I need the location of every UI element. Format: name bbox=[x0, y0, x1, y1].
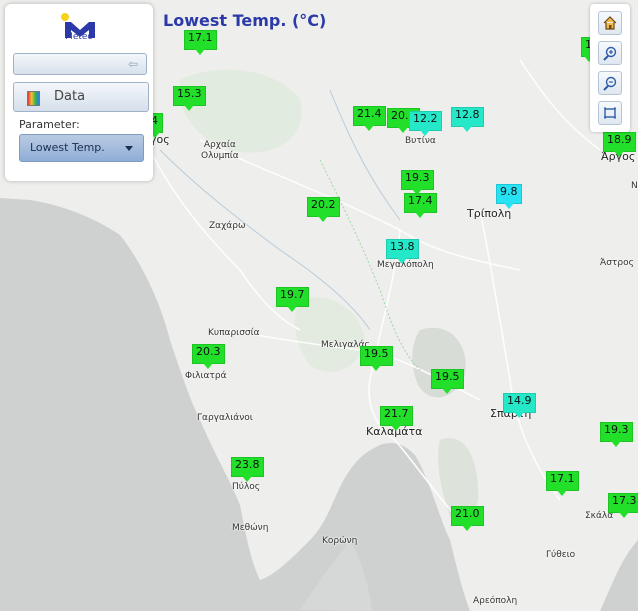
station-marker[interactable]: 19.3 bbox=[600, 422, 633, 447]
station-marker[interactable]: 20.3 bbox=[192, 344, 225, 369]
station-marker[interactable]: 20.2 bbox=[307, 197, 340, 222]
place-label: Βυτίνα bbox=[405, 136, 436, 146]
control-panel: Meteo ⇦ Data Parameter: Lowest Temp. bbox=[5, 4, 153, 181]
station-marker[interactable]: 14.9 bbox=[503, 393, 536, 418]
map-title: Lowest Temp. (°C) bbox=[163, 11, 327, 30]
parameter-label: Parameter: bbox=[19, 118, 80, 131]
station-marker[interactable]: 13.8 bbox=[386, 239, 419, 264]
full-extent-button[interactable] bbox=[598, 101, 622, 125]
zoom-out-icon bbox=[603, 76, 617, 91]
full-extent-icon bbox=[604, 107, 616, 119]
palette-icon bbox=[27, 91, 40, 106]
map-controls bbox=[590, 4, 630, 132]
place-label: Γύθειο bbox=[546, 550, 576, 560]
station-marker[interactable]: 17.4 bbox=[404, 193, 437, 218]
place-label: Φιλιατρά bbox=[185, 371, 227, 381]
parameter-select[interactable]: Lowest Temp. bbox=[19, 134, 144, 162]
place-label: Ζαχάρω bbox=[209, 221, 246, 231]
station-marker[interactable]: 18.9 bbox=[603, 132, 636, 157]
station-marker[interactable]: 21.0 bbox=[451, 506, 484, 531]
chevron-down-icon bbox=[125, 146, 133, 151]
station-marker[interactable]: 19.3 bbox=[401, 170, 434, 195]
station-marker[interactable]: 23.8 bbox=[231, 457, 264, 482]
home-icon bbox=[603, 16, 617, 30]
station-marker[interactable]: 12.2 bbox=[409, 111, 442, 136]
zoom-out-button[interactable] bbox=[598, 71, 622, 95]
station-marker[interactable]: 19.5 bbox=[360, 346, 393, 371]
back-button[interactable]: ⇦ bbox=[13, 53, 147, 75]
zoom-in-button[interactable] bbox=[598, 41, 622, 65]
station-marker[interactable]: 17.1 bbox=[546, 471, 579, 496]
station-marker[interactable]: 17.3 bbox=[608, 493, 638, 518]
station-marker[interactable]: 19.5 bbox=[431, 369, 464, 394]
place-label: Πύλος bbox=[232, 482, 261, 492]
station-marker[interactable]: 17.1 bbox=[184, 30, 217, 55]
parameter-select-value: Lowest Temp. bbox=[30, 141, 105, 154]
home-button[interactable] bbox=[598, 11, 622, 35]
station-marker[interactable]: 21.7 bbox=[380, 406, 413, 431]
data-button[interactable]: Data bbox=[13, 82, 149, 112]
data-button-label: Data bbox=[54, 89, 86, 104]
place-label: Γαργαλιάνοι bbox=[197, 413, 253, 423]
place-label: Αρχαία Ολυμπία bbox=[201, 140, 239, 161]
place-label: Ν bbox=[631, 181, 638, 191]
arrow-left-icon: ⇦ bbox=[127, 57, 138, 71]
place-label: Αρεόπολη bbox=[473, 596, 518, 606]
station-marker[interactable]: 12.8 bbox=[451, 107, 484, 132]
place-label: Κυπαρισσία bbox=[208, 328, 260, 338]
station-marker[interactable]: 15.3 bbox=[173, 86, 206, 111]
zoom-in-icon bbox=[603, 46, 617, 61]
station-marker[interactable]: 19.7 bbox=[276, 287, 309, 312]
station-marker[interactable]: 9.8 bbox=[496, 184, 522, 209]
place-label: Κορώνη bbox=[322, 536, 358, 546]
logo-text: Meteo bbox=[65, 32, 93, 42]
meteo-logo bbox=[61, 13, 95, 38]
place-label: Άστρος bbox=[600, 258, 634, 268]
place-label: Μεθώνη bbox=[232, 523, 269, 533]
station-marker[interactable]: 21.4 bbox=[353, 106, 386, 131]
